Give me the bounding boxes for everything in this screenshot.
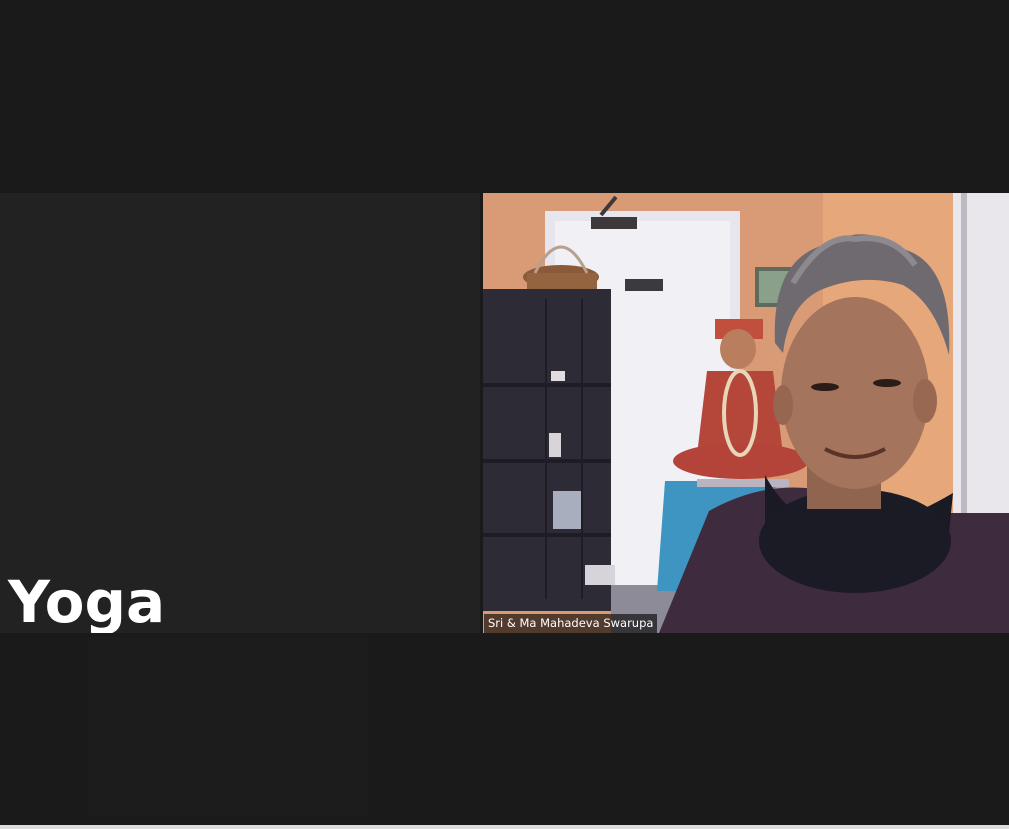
participant-video-feed xyxy=(483,193,1009,633)
participant-tile-video-off[interactable]: Yoga xyxy=(0,193,480,633)
participant-name: Yoga xyxy=(8,568,166,633)
meeting-gallery-view: Yoga Sri & Ma Mahadeva Swarupa xyxy=(0,0,1009,829)
empty-panel xyxy=(88,637,368,817)
window-bottom-edge xyxy=(0,825,1009,829)
participant-name-label: Sri & Ma Mahadeva Swarupa xyxy=(484,614,658,633)
participant-tile-video[interactable] xyxy=(483,193,1009,633)
